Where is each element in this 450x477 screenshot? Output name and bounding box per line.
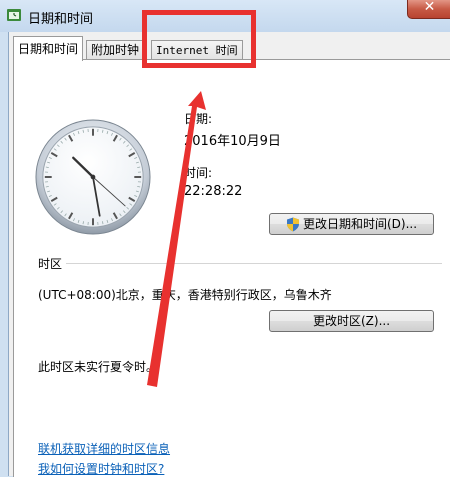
date-label: 日期: [184,110,212,127]
dialog-client: 日期和时间 附加时钟 Internet 时间 [8,32,450,476]
tab-date-time[interactable]: 日期和时间 [13,36,83,61]
change-date-time-label: 更改日期和时间(D)... [303,214,417,234]
howto-link[interactable]: 我如何设置时钟和时区? [38,460,164,477]
change-date-time-button[interactable]: 更改日期和时间(D)... [269,213,434,235]
clock-app-icon [6,7,22,23]
tab-date-time-label: 日期和时间 [18,42,78,56]
close-button[interactable]: ✕ [407,0,450,19]
highlight-box-annotation [142,10,256,68]
tab-additional-clocks-label: 附加时钟 [91,43,139,57]
time-value: 22:28:22 [184,184,242,199]
timezone-info-link[interactable]: 联机获取详细的时区信息 [38,440,170,457]
close-icon: ✕ [424,0,436,15]
dst-note: 此时区未实行夏令时。 [38,358,158,375]
change-timezone-label: 更改时区(Z)... [313,314,390,328]
uac-shield-icon [286,217,300,232]
timezone-section-label: 时区 [38,255,62,272]
change-timezone-button[interactable]: 更改时区(Z)... [269,310,434,332]
date-value: 2016年10月9日 [184,130,281,149]
tab-additional-clocks[interactable]: 附加时钟 [86,40,144,60]
tab-panel: 日期: 2016年10月9日 时间: 22:28:22 更改日期和时间(D)..… [13,59,450,477]
timezone-divider [66,263,442,264]
analog-clock [34,118,152,236]
window-title: 日期和时间 [28,8,93,27]
timezone-value: (UTC+08:00)北京，重庆，香港特别行政区，乌鲁木齐 [38,286,332,303]
time-label: 时间: [184,164,212,181]
